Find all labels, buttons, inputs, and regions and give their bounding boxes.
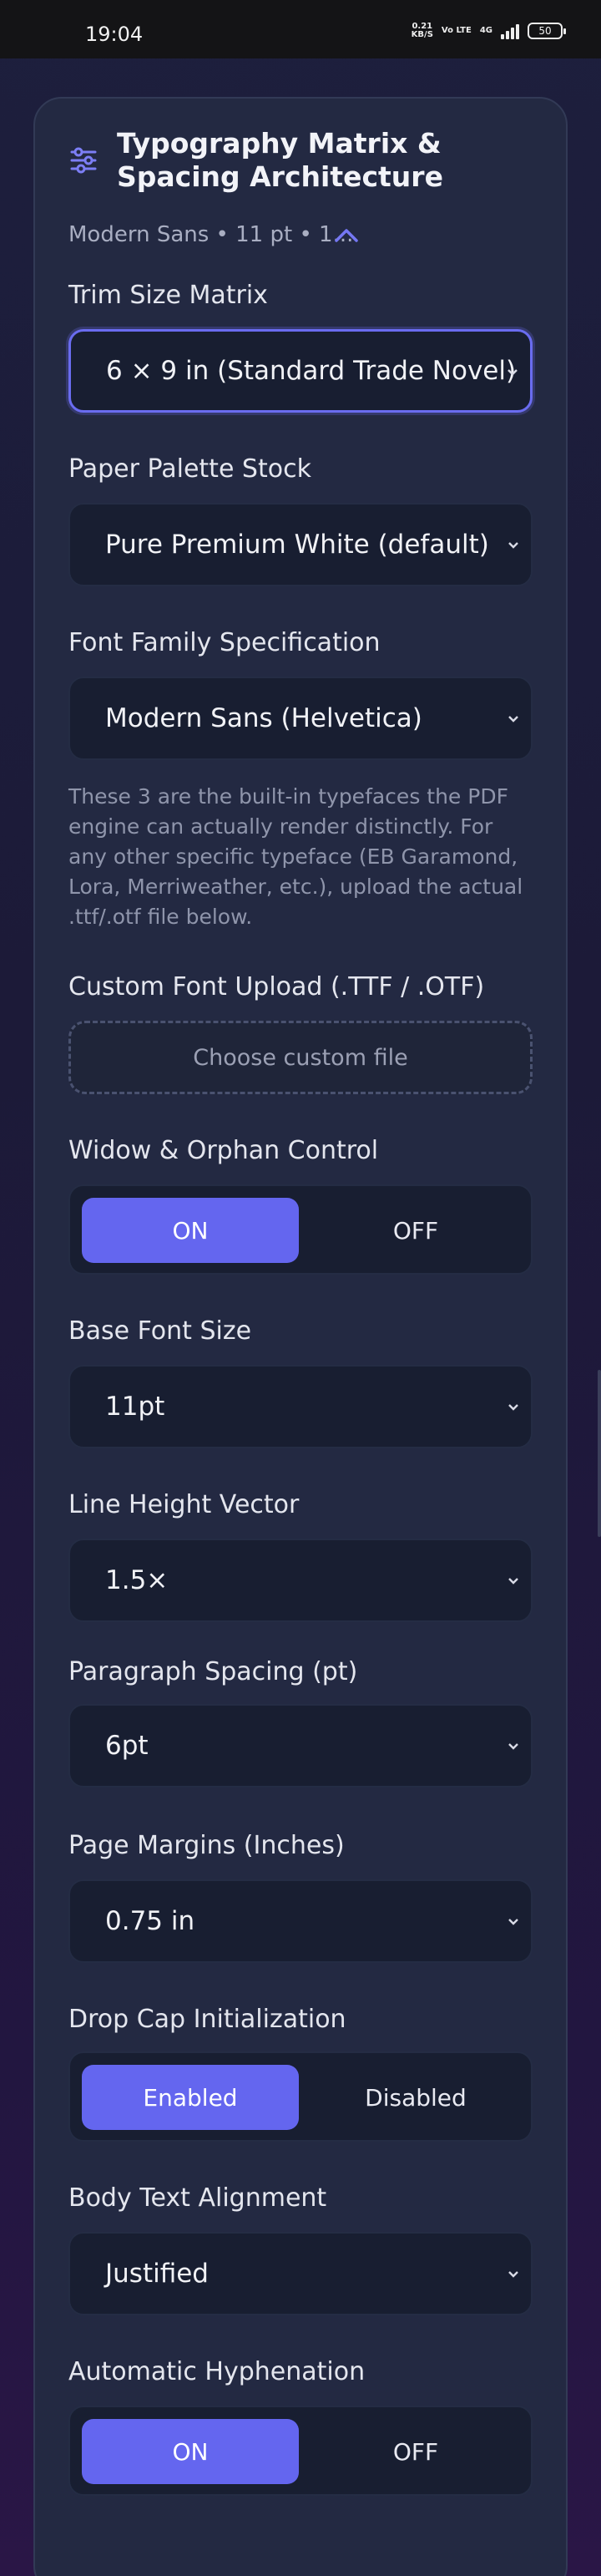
signal-icon: [501, 23, 519, 39]
trim-size-select[interactable]: 6 × 9 in (Standard Trade Novel): [68, 329, 533, 413]
scrollbar-thumb[interactable]: [598, 1370, 601, 1537]
drop-cap-label: Drop Cap Initialization: [68, 2005, 346, 2034]
line-height-select[interactable]: 1.5×: [68, 1539, 533, 1622]
custom-font-label: Custom Font Upload (.TTF / .OTF): [68, 972, 485, 1001]
font-family-label: Font Family Specification: [68, 628, 381, 657]
battery-icon: 50: [528, 23, 566, 39]
paper-palette-label: Paper Palette Stock: [68, 454, 311, 484]
status-bar: 19:04 0.21 KB/S Vo LTE 4G 50: [0, 0, 601, 58]
base-font-size-value: 11pt: [105, 1392, 165, 1422]
alignment-label: Body Text Alignment: [68, 2183, 327, 2213]
widow-orphan-toggle: ON OFF: [68, 1184, 533, 1275]
paragraph-spacing-select[interactable]: 6pt: [68, 1704, 533, 1787]
page-margins-select[interactable]: 0.75 in: [68, 1879, 533, 1963]
base-font-size-label: Base Font Size: [68, 1316, 252, 1346]
hyphenation-toggle: ON OFF: [68, 2406, 533, 2496]
drop-cap-toggle: Enabled Disabled: [68, 2051, 533, 2142]
line-height-value: 1.5×: [105, 1565, 169, 1595]
custom-font-upload-button[interactable]: Choose custom file: [68, 1021, 533, 1094]
chevron-down-icon: [508, 1404, 518, 1411]
page-margins-label: Page Margins (Inches): [68, 1831, 345, 1860]
volte-indicator: Vo LTE: [441, 26, 472, 35]
paper-palette-value: Pure Premium White (default): [105, 530, 489, 560]
paper-palette-select[interactable]: Pure Premium White (default): [68, 503, 533, 586]
chevron-up-icon[interactable]: [332, 226, 361, 246]
panel-summary: Modern Sans • 11 pt • 1...: [68, 222, 354, 247]
base-font-size-select[interactable]: 11pt: [68, 1365, 533, 1448]
chevron-down-icon: [508, 1743, 518, 1750]
network-speed: 0.21 KB/S: [411, 22, 433, 39]
typography-panel: Typography Matrix & Spacing Architecture…: [33, 97, 568, 2576]
widow-orphan-on-button[interactable]: ON: [82, 1198, 299, 1263]
trim-size-value: 6 × 9 in (Standard Trade Novel): [106, 356, 517, 386]
chevron-down-icon: [508, 2271, 518, 2278]
font-family-value: Modern Sans (Helvetica): [105, 703, 422, 733]
chevron-down-icon: [508, 542, 518, 549]
network-type: 4G: [479, 26, 492, 35]
chevron-down-icon: [508, 1919, 518, 1925]
status-indicators: 0.21 KB/S Vo LTE 4G 50: [411, 22, 566, 39]
line-height-label: Line Height Vector: [68, 1490, 300, 1519]
paragraph-spacing-label: Paragraph Spacing (pt): [68, 1657, 358, 1686]
chevron-down-icon: [508, 369, 518, 376]
alignment-value: Justified: [105, 2259, 209, 2289]
hyphenation-label: Automatic Hyphenation: [68, 2357, 366, 2386]
hyphenation-off-button[interactable]: OFF: [307, 2419, 524, 2484]
page-margins-value: 0.75 in: [105, 1906, 195, 1936]
widow-orphan-label: Widow & Orphan Control: [68, 1136, 379, 1165]
panel-title: Typography Matrix & Spacing Architecture: [117, 127, 443, 193]
paragraph-spacing-value: 6pt: [105, 1731, 149, 1761]
font-family-help: These 3 are the built-in typefaces the P…: [68, 784, 523, 929]
drop-cap-enabled-button[interactable]: Enabled: [82, 2065, 299, 2130]
font-family-select[interactable]: Modern Sans (Helvetica): [68, 677, 533, 760]
chevron-down-icon: [508, 716, 518, 723]
hyphenation-on-button[interactable]: ON: [82, 2419, 299, 2484]
status-time: 19:04: [85, 23, 144, 46]
drop-cap-disabled-button[interactable]: Disabled: [307, 2065, 524, 2130]
trim-size-label: Trim Size Matrix: [68, 281, 268, 310]
sliders-icon: [70, 147, 97, 174]
widow-orphan-off-button[interactable]: OFF: [307, 1198, 524, 1263]
chevron-down-icon: [508, 1578, 518, 1585]
alignment-select[interactable]: Justified: [68, 2232, 533, 2315]
